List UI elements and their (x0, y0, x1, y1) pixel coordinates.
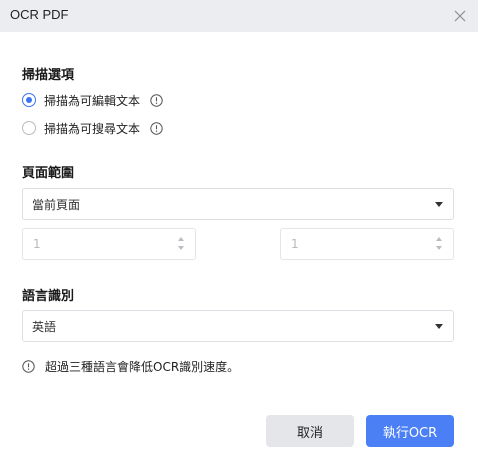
run-ocr-button[interactable]: 執行OCR (366, 415, 454, 447)
page-to-input[interactable]: 1 (280, 228, 454, 260)
page-to-value: 1 (291, 237, 299, 251)
dialog-title: OCR PDF (10, 7, 69, 22)
language-select[interactable]: 英語 (22, 310, 454, 342)
radio-editable[interactable] (22, 93, 36, 107)
scan-options-heading: 掃描選項 (22, 68, 75, 83)
page-range-selected: 當前頁面 (32, 197, 81, 212)
radio-editable-row[interactable]: 掃描為可編輯文本 (22, 91, 163, 109)
radio-searchable-label: 掃描為可搜尋文本 (44, 121, 141, 136)
page-from-input[interactable]: 1 (22, 228, 196, 260)
page-range-heading: 頁面範圍 (22, 166, 75, 181)
close-button[interactable] (448, 4, 472, 28)
radio-searchable[interactable] (22, 121, 36, 135)
info-icon (22, 360, 35, 373)
info-icon[interactable] (150, 121, 163, 135)
language-note: 超過三種語言會降低OCR識別速度。 (22, 358, 239, 375)
radio-searchable-row[interactable]: 掃描為可搜尋文本 (22, 119, 163, 137)
language-heading: 語言識別 (22, 289, 75, 304)
close-icon (454, 10, 466, 22)
radio-editable-label: 掃描為可編輯文本 (44, 93, 141, 108)
page-from-value: 1 (33, 237, 41, 251)
caret-down-icon (435, 202, 443, 207)
info-icon[interactable] (150, 93, 163, 107)
dialog-titlebar: OCR PDF (0, 0, 478, 32)
stepper-icon[interactable] (178, 235, 186, 253)
stepper-icon[interactable] (436, 235, 444, 253)
caret-down-icon (435, 324, 443, 329)
language-note-text: 超過三種語言會降低OCR識別速度。 (45, 360, 240, 374)
cancel-button[interactable]: 取消 (266, 415, 354, 447)
language-selected: 英語 (32, 319, 57, 334)
page-range-select[interactable]: 當前頁面 (22, 188, 454, 220)
